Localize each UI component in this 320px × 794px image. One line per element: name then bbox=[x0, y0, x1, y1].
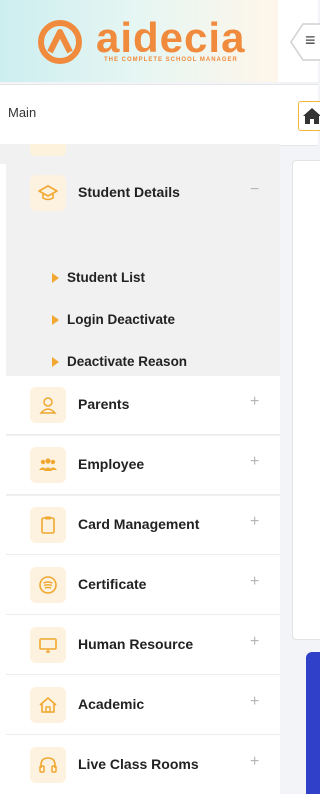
graduation-cap-icon bbox=[38, 185, 58, 201]
caret-right-icon bbox=[52, 315, 59, 325]
content-card bbox=[292, 160, 320, 640]
sidebar-item-label: Parents bbox=[78, 396, 130, 412]
monitor-icon bbox=[39, 638, 57, 653]
sidebar-item-live-class-rooms[interactable]: Live Class Rooms + bbox=[6, 736, 280, 794]
icon-box bbox=[30, 747, 66, 783]
submenu-item-deactivate-reason[interactable]: Deactivate Reason bbox=[52, 354, 187, 374]
expand-icon[interactable]: + bbox=[250, 393, 259, 411]
sidebar-item-academic[interactable]: Academic + bbox=[6, 676, 280, 735]
certificate-icon bbox=[39, 576, 57, 594]
brand-name: aidecia bbox=[96, 14, 246, 61]
app-header: aidecia THE COMPLETE SCHOOL MANAGER ≡ bbox=[0, 0, 320, 82]
sidebar-item-card-management[interactable]: Card Management + bbox=[6, 496, 280, 555]
submenu-label: Login Deactivate bbox=[67, 312, 176, 327]
caret-right-icon bbox=[52, 273, 59, 283]
expand-icon[interactable]: + bbox=[250, 693, 259, 711]
clipboard-icon bbox=[41, 516, 55, 534]
expand-icon[interactable]: + bbox=[250, 753, 259, 771]
previous-item-icon bbox=[30, 144, 66, 156]
brand-tagline: THE COMPLETE SCHOOL MANAGER bbox=[104, 57, 238, 63]
expand-icon[interactable]: + bbox=[250, 573, 259, 591]
home-button[interactable] bbox=[298, 101, 320, 131]
group-icon bbox=[39, 458, 57, 471]
caret-right-icon bbox=[52, 357, 59, 367]
icon-box bbox=[30, 447, 66, 483]
content-accent-panel bbox=[306, 652, 320, 794]
sidebar-item-employee[interactable]: Employee + bbox=[6, 436, 280, 495]
submenu-item-student-list[interactable]: Student List bbox=[52, 270, 145, 290]
sidebar-item-certificate[interactable]: Certificate + bbox=[6, 556, 280, 615]
collapse-icon[interactable]: − bbox=[250, 181, 259, 199]
sidebar-item-label: Student Details bbox=[78, 184, 180, 200]
sidebar-menu: Student Details − Student List Login Dea… bbox=[0, 144, 280, 794]
brand-logo[interactable]: aidecia THE COMPLETE SCHOOL MANAGER bbox=[36, 14, 252, 70]
home-icon bbox=[303, 108, 320, 124]
logo-panel: aidecia THE COMPLETE SCHOOL MANAGER bbox=[0, 0, 278, 82]
submenu-item-login-deactivate[interactable]: Login Deactivate bbox=[52, 312, 175, 332]
sidebar-item-label: Employee bbox=[78, 456, 145, 472]
expand-icon[interactable]: + bbox=[250, 453, 259, 471]
icon-box bbox=[30, 507, 66, 543]
graduation-cap-icon-box bbox=[30, 175, 66, 211]
user-icon bbox=[39, 397, 57, 414]
logo-mark-icon bbox=[38, 20, 82, 64]
expand-icon[interactable]: + bbox=[250, 633, 259, 651]
headset-icon bbox=[39, 757, 57, 773]
submenu-label: Student List bbox=[67, 270, 145, 285]
expand-icon[interactable]: + bbox=[250, 513, 259, 531]
icon-box bbox=[30, 687, 66, 723]
sidebar-item-human-resource[interactable]: Human Resource + bbox=[6, 616, 280, 675]
sidebar-item-parents[interactable]: Parents + bbox=[6, 376, 280, 435]
sidebar-item-label: Human Resource bbox=[78, 636, 194, 652]
breadcrumb-label: Main bbox=[8, 105, 37, 120]
sidebar-item-label: Live Class Rooms bbox=[78, 756, 199, 772]
icon-box bbox=[30, 567, 66, 603]
icon-box bbox=[30, 627, 66, 663]
submenu-label: Deactivate Reason bbox=[67, 354, 188, 369]
sidebar-item-previous[interactable] bbox=[0, 144, 280, 164]
hamburger-icon: ≡ bbox=[305, 30, 316, 50]
sidebar-item-label: Academic bbox=[78, 696, 145, 712]
sidebar-item-label: Card Management bbox=[78, 516, 200, 532]
home-outline-icon bbox=[39, 697, 57, 713]
icon-box bbox=[30, 387, 66, 423]
sidebar-item-student-details[interactable]: Student Details − bbox=[6, 164, 280, 222]
sidebar-item-label: Certificate bbox=[78, 576, 147, 592]
breadcrumb-bar: Main bbox=[0, 84, 320, 146]
